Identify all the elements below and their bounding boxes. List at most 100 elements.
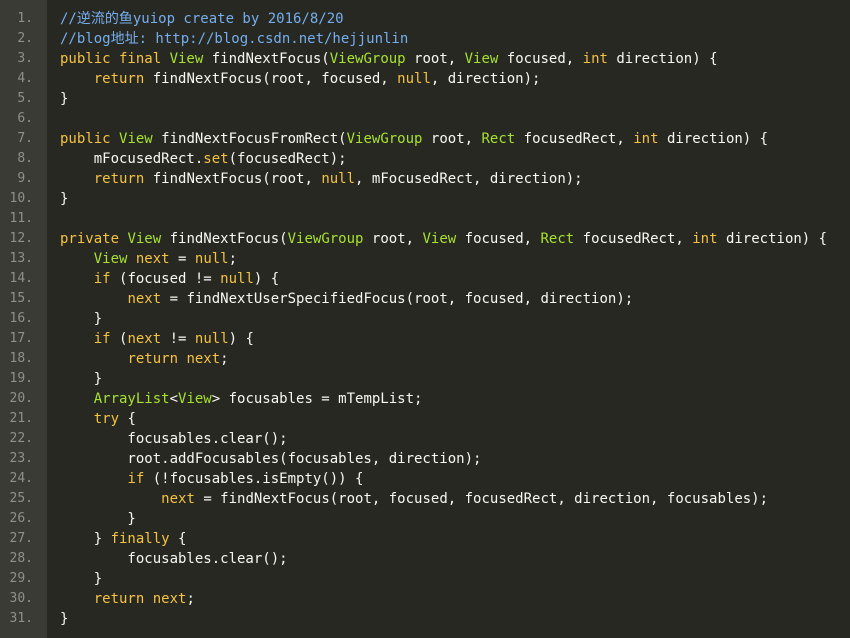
line-number: 14. [9,271,33,286]
code-text: } [60,609,68,629]
code-token: focused, [506,51,583,67]
code-token: ViewGroup [287,231,372,247]
code-text: try { [60,409,136,429]
line-number: 5. [17,91,33,106]
line-number: 31. [9,611,33,626]
code-text: private View findNextFocus(ViewGroup roo… [60,229,827,249]
code-token: focusedRect, [582,231,693,247]
code-text: //blog地址: http://blog.csdn.net/hejjunlin [60,29,408,49]
code-token: root, [414,51,465,67]
code-token: finally [110,531,179,547]
line-number: 17. [9,331,33,346]
code-token: focusables.clear(); [60,551,288,567]
code-token: { [178,531,187,547]
code-text: root.addFocusables(focusables, direction… [60,449,481,469]
code-line: 14. if (focused != null) { [0,269,850,289]
code-text: ArrayList<View> focusables = mTempList; [60,389,423,409]
code-token: if [93,331,120,347]
code-token: View [127,231,170,247]
code-token: findNextFocus(root, [152,171,322,187]
code-token: = findNextUserSpecifiedFocus(root, focus… [169,291,634,307]
code-token: null [194,251,229,267]
code-token: null [321,171,356,187]
code-token: } [60,311,103,327]
code-token: } [60,191,69,207]
code-area[interactable]: 1. //逆流的鱼yuiop create by 2016/8/20 2. //blo… [0,0,850,638]
code-text: View next = null; [60,249,237,269]
code-token: direction) { [666,131,769,147]
code-text: } [60,189,68,209]
code-text: next = findNextFocus(root, focused, focu… [60,489,768,509]
code-token: ) { [228,331,254,347]
code-token: root, [371,231,423,247]
code-token: direction) { [616,51,718,67]
code-line: 19. } [0,369,850,389]
code-token: null [397,71,431,87]
code-line: 21. try { [0,409,850,429]
line-number: 4. [17,71,33,86]
code-token: = [178,251,195,267]
code-token: null [220,271,254,287]
code-token: try [93,411,128,427]
code-token: root, [430,131,482,147]
code-token: ; [186,591,195,607]
line-number: 15. [9,291,33,306]
line-number: 6. [17,111,33,126]
code-line: 18. return next; [0,349,850,369]
code-token: //逆流的鱼yuiop create by 2016/8/20 [60,11,344,27]
line-number: 27. [9,531,33,546]
code-text: next = findNextUserSpecifiedFocus(root, … [60,289,633,309]
code-token: ViewGroup [346,131,431,147]
line-number: 28. [9,551,33,566]
code-text: } [60,509,136,529]
code-token: > focusables = mTempList; [211,391,423,407]
code-token: private [60,231,128,247]
code-token: (!focusables.isEmpty()) { [152,471,364,487]
line-number: 18. [9,351,33,366]
code-token: } [60,611,69,627]
code-token: View [422,231,465,247]
code-token: } [60,511,136,527]
code-token: View [119,131,162,147]
code-token: set [203,151,229,167]
line-number: 11. [9,211,33,226]
line-number: 25. [9,491,33,506]
code-token: ; [228,251,238,267]
code-line: 9. return findNextFocus(root, null, mFoc… [0,169,850,189]
code-token: mFocusedRect. [60,151,204,167]
code-token: return next [93,591,187,607]
code-token: ViewGroup [329,51,415,67]
code-token: (focusedRect); [228,151,347,167]
line-number: 22. [9,431,33,446]
code-line: 4. return findNextFocus(root, focused, n… [0,69,850,89]
code-text: if (focused != null) { [60,269,279,289]
code-token: public final [60,51,170,67]
line-number: 1. [17,11,33,26]
code-text: } finally { [60,529,187,549]
code-token: Rect [481,131,524,147]
code-text: public View findNextFocusFromRect(ViewGr… [60,129,768,149]
code-token: } [60,371,103,387]
code-token: next [127,291,170,307]
code-token: ) { [253,271,280,287]
line-number: 2. [17,31,33,46]
code-line: 23. root.addFocusables(focusables, direc… [0,449,850,469]
code-token: null [194,331,229,347]
code-text: return findNextFocus(root, null, mFocuse… [60,169,583,189]
code-token: (focused != [119,271,221,287]
code-token: findNextFocus( [211,51,330,67]
code-token: findNextFocus( [169,231,288,247]
code-line: 20. ArrayList<View> focusables = mTempLi… [0,389,850,409]
code-token: { [127,411,136,427]
code-text: return next; [60,589,195,609]
code-token: View [178,391,212,407]
code-line: 16. } [0,309,850,329]
line-number: 19. [9,371,33,386]
code-token: if [93,271,120,287]
